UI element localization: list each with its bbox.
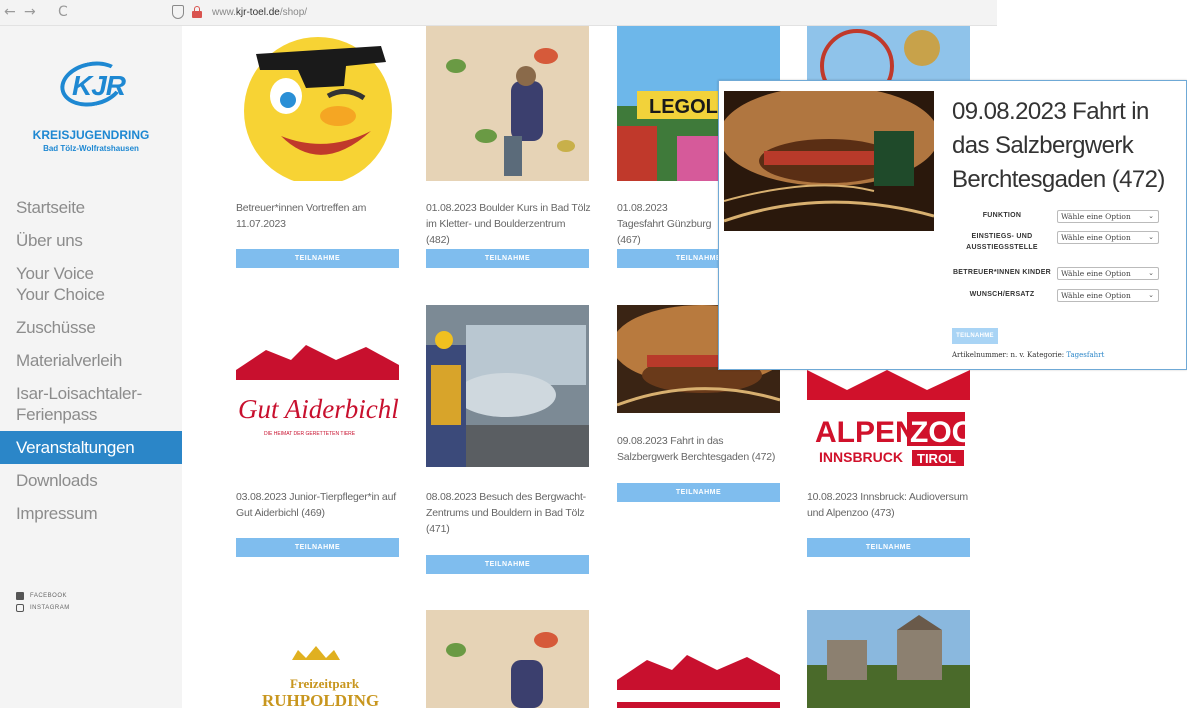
- browser-toolbar: ← → C www.kjr-toel.de/shop/: [0, 0, 997, 26]
- option-label: BETREUER*INNEN KINDER: [952, 269, 1052, 276]
- einstieg-select[interactable]: Wähle eine Option ⌄: [1057, 231, 1159, 244]
- card-image-smiley[interactable]: [236, 26, 399, 181]
- teilnahme-button[interactable]: TEILNAHME: [617, 483, 780, 502]
- option-label: FUNKTION: [982, 212, 1022, 219]
- menu-item-ueber-uns[interactable]: Über uns: [0, 224, 182, 257]
- card-title[interactable]: 01.08.2023 Tagesfahrt Günzburg (467): [617, 200, 717, 248]
- menu-item-startseite[interactable]: Startseite: [0, 191, 182, 224]
- instagram-icon: [16, 604, 24, 612]
- product-meta: Artikelnummer: n. v. Kategorie: Tagesfah…: [952, 351, 1105, 359]
- chevron-down-icon: ⌄: [1148, 233, 1154, 241]
- back-icon[interactable]: ←: [4, 4, 16, 20]
- svg-text:Freizeitpark: Freizeitpark: [290, 676, 360, 691]
- logo-subtitle: Bad Tölz-Wolfratshausen: [43, 144, 139, 153]
- teilnahme-button[interactable]: TEILNAHME: [236, 249, 399, 268]
- card-image-castle[interactable]: [807, 610, 970, 708]
- betreuer-select[interactable]: Wähle eine Option ⌄: [1057, 267, 1159, 280]
- svg-text:INNSBRUCK: INNSBRUCK: [819, 449, 903, 465]
- card-image-legoland-ride[interactable]: [807, 26, 970, 86]
- card-image-gut-aiderbichl[interactable]: Gut Aiderbichl DIE HEIMAT DER GERETTETEN…: [236, 305, 399, 467]
- reload-icon[interactable]: C: [58, 4, 68, 20]
- card-title[interactable]: 01.08.2023 Boulder Kurs in Bad Tölz im K…: [426, 200, 591, 248]
- kjr-logo[interactable]: KJR KREISJUGENDRING Bad Tölz-Wolfratshau…: [16, 55, 166, 188]
- card-image-freizeitpark-ruhpolding[interactable]: Freizeitpark RUHPOLDING: [236, 610, 399, 708]
- funktion-select[interactable]: Wähle eine Option ⌄: [1057, 210, 1159, 223]
- card-title[interactable]: 03.08.2023 Junior-Tierpfleger*in auf Gut…: [236, 489, 401, 521]
- card-image-boulder[interactable]: [426, 26, 589, 181]
- product-detail-popup: 09.08.2023 Fahrt in das Salzbergwerk Ber…: [718, 80, 1187, 370]
- main-menu: Startseite Über uns Your Voice Your Choi…: [0, 191, 182, 530]
- chevron-down-icon: ⌄: [1148, 212, 1154, 220]
- menu-item-your-voice-your-choice[interactable]: Your Voice Your Choice: [0, 257, 130, 311]
- logo-mark: KJR: [56, 55, 128, 116]
- option-label: WUNSCH/ERSATZ: [969, 291, 1035, 298]
- option-label: EINSTIEGS- UND AUSSTIEGSSTELLE: [966, 233, 1038, 251]
- address-bar[interactable]: www.kjr-toel.de/shop/: [212, 7, 307, 18]
- tracking-shield-icon[interactable]: [172, 5, 184, 19]
- sidebar: KJR KREISJUGENDRING Bad Tölz-Wolfratshau…: [0, 26, 182, 708]
- svg-text:RUHPOLDING: RUHPOLDING: [262, 691, 379, 708]
- teilnahme-button[interactable]: TEILNAHME: [426, 249, 589, 268]
- teilnahme-button[interactable]: TEILNAHME: [236, 538, 399, 557]
- card-title[interactable]: Betreuer*innen Vortreffen am 11.07.2023: [236, 200, 396, 232]
- card-title[interactable]: 10.08.2023 Innsbruck: Audioversum und Al…: [807, 489, 972, 521]
- svg-text:DIE HEIMAT DER GERETTETEN TIER: DIE HEIMAT DER GERETTETEN TIERE: [264, 431, 356, 437]
- card-image-alpenzoo[interactable]: ALPEN ZOO INNSBRUCK TIROL: [807, 370, 970, 468]
- social-links: FACEBOOK INSTAGRAM: [16, 592, 70, 616]
- menu-item-downloads[interactable]: Downloads: [0, 464, 182, 497]
- menu-item-ferienpass[interactable]: Isar-Loisachtaler-Ferienpass: [0, 377, 160, 431]
- teilnahme-button[interactable]: TEILNAHME: [426, 555, 589, 574]
- teilnahme-button[interactable]: TEILNAHME: [952, 328, 998, 344]
- facebook-icon: [16, 592, 24, 600]
- category-link[interactable]: Tagesfahrt: [1066, 351, 1104, 359]
- chevron-down-icon: ⌄: [1148, 291, 1154, 299]
- card-title[interactable]: 08.08.2023 Besuch des Bergwacht-Zentrums…: [426, 489, 586, 537]
- card-image-gut-aiderbichl-2[interactable]: [617, 640, 780, 708]
- card-image-boulder-2[interactable]: [426, 610, 589, 708]
- chevron-down-icon: ⌄: [1148, 269, 1154, 277]
- forward-icon[interactable]: →: [24, 4, 36, 20]
- svg-text:TIROL: TIROL: [917, 451, 956, 466]
- menu-item-materialverleih[interactable]: Materialverleih: [0, 344, 182, 377]
- facebook-link[interactable]: FACEBOOK: [16, 592, 70, 600]
- product-image[interactable]: [724, 91, 934, 231]
- menu-item-veranstaltungen[interactable]: Veranstaltungen: [0, 431, 182, 464]
- logo-title: KREISJUGENDRING: [32, 128, 150, 142]
- lock-icon[interactable]: [192, 6, 202, 18]
- svg-text:ZOO: ZOO: [910, 416, 970, 449]
- svg-text:ALPEN: ALPEN: [815, 416, 917, 449]
- teilnahme-button[interactable]: TEILNAHME: [807, 538, 970, 557]
- card-image-bergwacht[interactable]: [426, 305, 589, 467]
- card-title[interactable]: 09.08.2023 Fahrt in das Salzbergwerk Ber…: [617, 433, 777, 465]
- product-title: 09.08.2023 Fahrt in das Salzbergwerk Ber…: [952, 98, 1165, 193]
- menu-item-zuschuesse[interactable]: Zuschüsse: [0, 311, 182, 344]
- menu-item-impressum[interactable]: Impressum: [0, 497, 182, 530]
- wunsch-select[interactable]: Wähle eine Option ⌄: [1057, 289, 1159, 302]
- svg-text:Gut Aiderbichl: Gut Aiderbichl: [238, 394, 399, 424]
- instagram-link[interactable]: INSTAGRAM: [16, 604, 70, 612]
